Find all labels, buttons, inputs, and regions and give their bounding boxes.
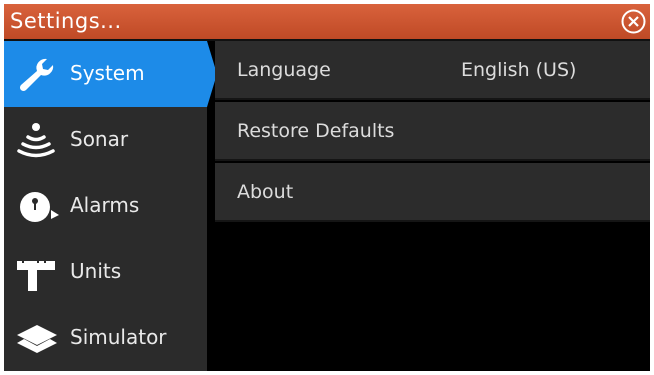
restore-defaults-row[interactable]: Restore Defaults <box>215 102 650 161</box>
settings-sidebar: System Sonar Alarms Units Simulator <box>4 41 207 371</box>
window-title: Settings... <box>10 9 122 33</box>
sidebar-item-simulator[interactable]: Simulator <box>4 305 207 371</box>
close-icon <box>621 9 646 34</box>
language-value: English (US) <box>461 59 577 81</box>
about-label: About <box>237 181 294 203</box>
sidebar-item-alarms[interactable]: Alarms <box>4 173 207 239</box>
sidebar-item-system[interactable]: System <box>4 41 207 107</box>
system-settings-panel: Language English (US) Restore Defaults A… <box>215 41 650 371</box>
sidebar-item-label: Units <box>70 259 122 283</box>
sidebar-item-units[interactable]: Units <box>4 239 207 305</box>
sidebar-item-label: Alarms <box>70 193 140 217</box>
sidebar-item-label: Sonar <box>70 127 129 151</box>
restore-defaults-label: Restore Defaults <box>237 120 395 142</box>
language-label: Language <box>237 59 331 81</box>
sidebar-item-label: Simulator <box>70 325 167 349</box>
sidebar-item-sonar[interactable]: Sonar <box>4 107 207 173</box>
alarm-bell-icon <box>14 185 60 227</box>
wrench-icon <box>14 53 60 95</box>
sonar-icon <box>14 119 60 161</box>
title-bar: Settings... <box>4 4 650 41</box>
about-row[interactable]: About <box>215 163 650 222</box>
settings-window: Settings... System Sonar Alarms Units Si… <box>4 4 650 371</box>
sidebar-item-label: System <box>70 61 145 85</box>
language-row[interactable]: Language English (US) <box>215 41 650 100</box>
layers-icon <box>14 317 60 359</box>
units-ruler-icon <box>14 251 60 293</box>
close-button[interactable] <box>620 8 647 35</box>
